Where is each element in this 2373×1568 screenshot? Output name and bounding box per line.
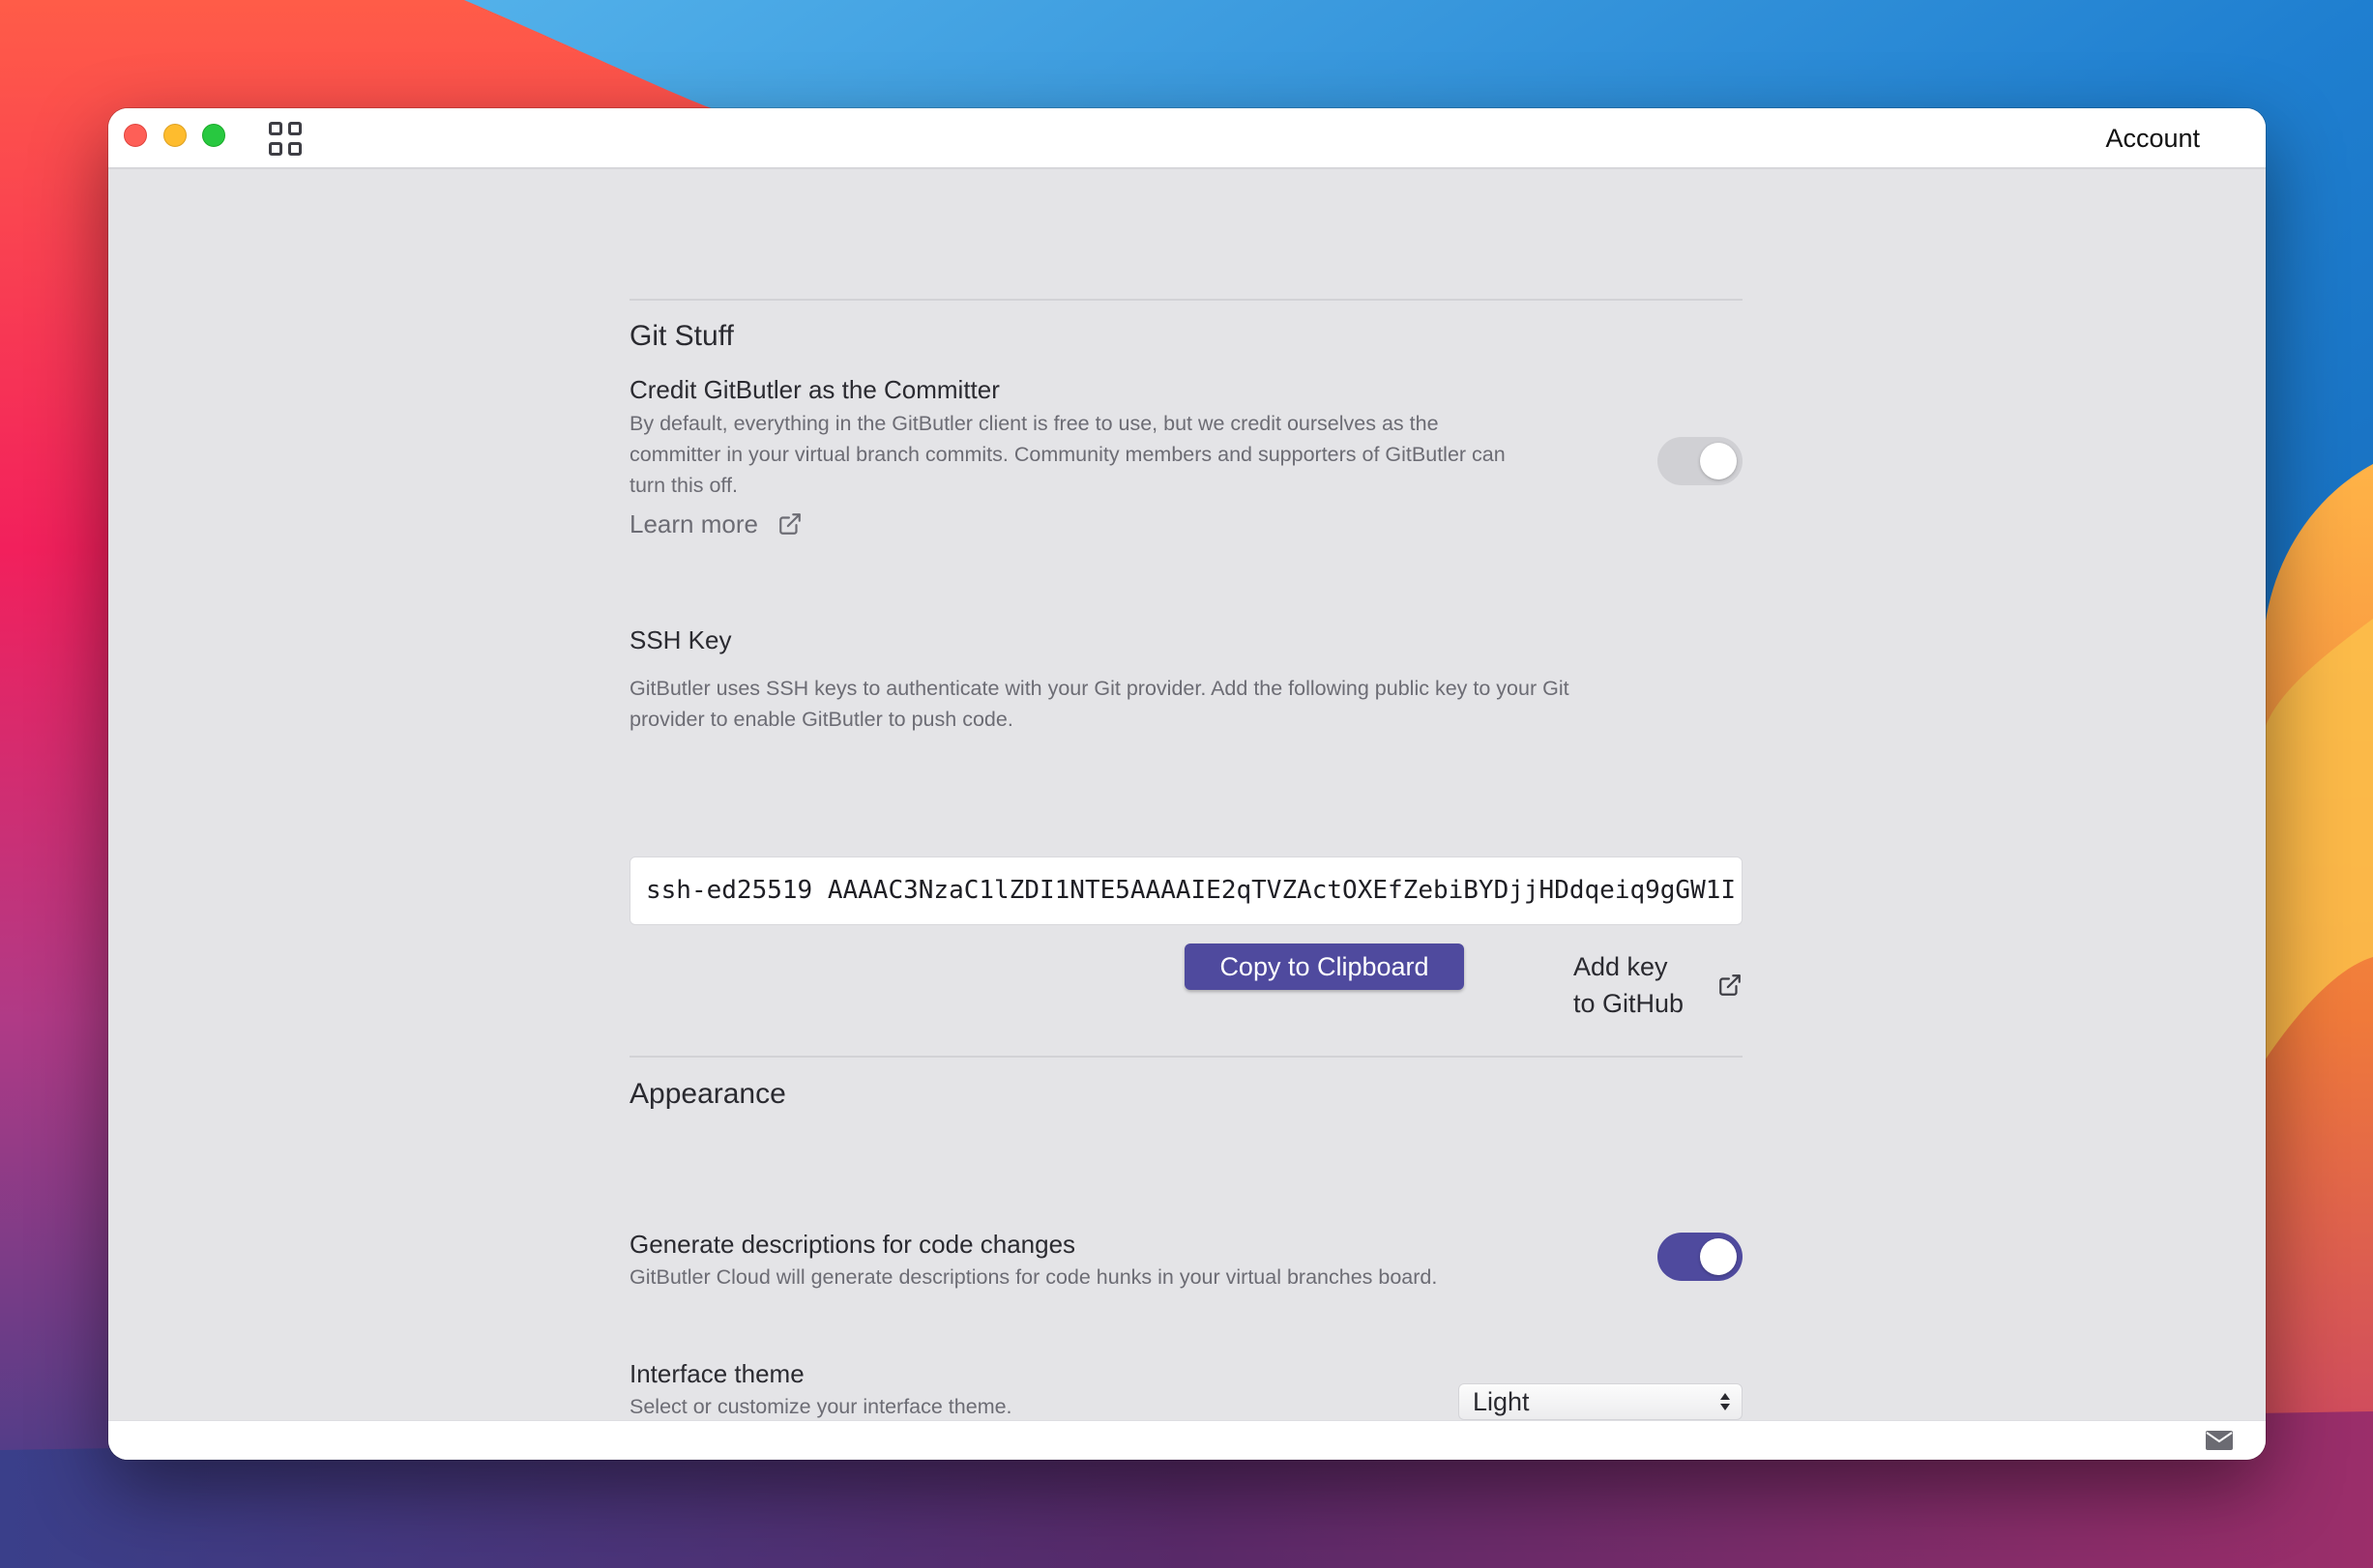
appearance-title: Appearance <box>630 1078 786 1110</box>
minimize-window-button[interactable] <box>163 124 187 147</box>
learn-more-link[interactable]: Learn more <box>630 508 803 540</box>
credit-committer-description-line: committer in your virtual branch commits… <box>630 443 1506 466</box>
credit-committer-description-line: turn this off. <box>630 474 738 497</box>
external-link-icon <box>1717 973 1743 998</box>
credit-committer-toggle[interactable] <box>1657 437 1743 485</box>
close-window-button[interactable] <box>124 124 147 147</box>
add-key-label: Add key to GitHub <box>1573 952 1685 1018</box>
learn-more-label: Learn more <box>630 509 758 538</box>
grid-icon[interactable] <box>269 122 304 157</box>
interface-theme-description: Select or customize your interface theme… <box>630 1395 1012 1418</box>
settings-content: Git Stuff Credit GitButler as the Commit… <box>108 169 2266 1420</box>
credit-committer-title: Credit GitButler as the Committer <box>630 375 1000 404</box>
mail-icon[interactable] <box>2206 1431 2233 1450</box>
footer-bar <box>108 1420 2266 1460</box>
generate-descriptions-description: GitButler Cloud will generate descriptio… <box>630 1265 1438 1289</box>
ssh-key-description-line: GitButler uses SSH keys to authenticate … <box>630 677 1569 700</box>
section-divider <box>630 299 1743 301</box>
app-window: Account Git Stuff Credit GitButler as th… <box>108 108 2266 1460</box>
account-link[interactable]: Account <box>2105 122 2200 155</box>
generate-descriptions-toggle[interactable] <box>1657 1233 1743 1281</box>
ssh-key-title: SSH Key <box>630 625 732 654</box>
maximize-window-button[interactable] <box>202 124 225 147</box>
credit-committer-description-line: By default, everything in the GitButler … <box>630 412 1439 435</box>
toggle-knob <box>1700 443 1737 479</box>
title-bar: Account <box>108 108 2266 169</box>
ssh-key-field[interactable]: ssh-ed25519 AAAAC3NzaC1lZDI1NTE5AAAAIE2q… <box>630 857 1743 925</box>
ssh-key-description-line: provider to enable GitButler to push cod… <box>630 708 1013 731</box>
toggle-knob <box>1700 1238 1737 1275</box>
interface-theme-select[interactable]: Light <box>1458 1383 1743 1420</box>
generate-descriptions-title: Generate descriptions for code changes <box>630 1230 1076 1259</box>
interface-theme-selected-value: Light <box>1473 1387 1530 1416</box>
interface-theme-title: Interface theme <box>630 1359 805 1388</box>
external-link-icon <box>777 511 803 537</box>
git-stuff-title: Git Stuff <box>630 320 734 352</box>
select-arrows-icon <box>1718 1391 1732 1412</box>
copy-to-clipboard-button[interactable]: Copy to Clipboard <box>1185 944 1464 990</box>
section-divider <box>630 1056 1743 1058</box>
add-key-to-github-link[interactable]: Add key to GitHub <box>1573 948 1743 1022</box>
